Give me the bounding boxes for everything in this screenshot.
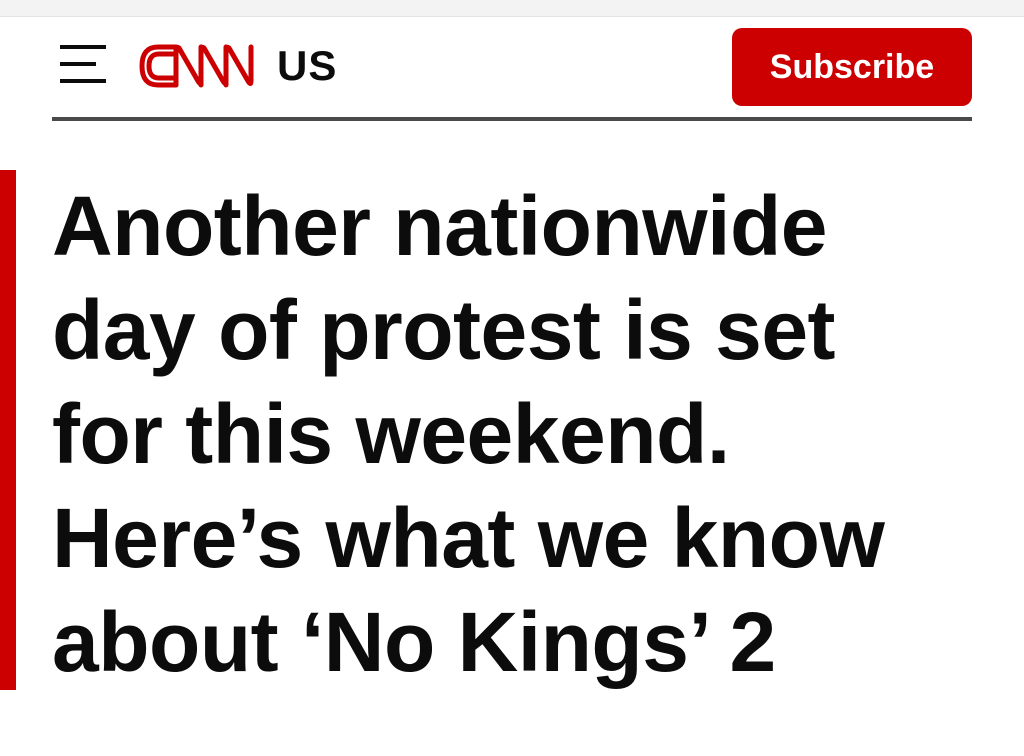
menu-line [60,45,106,49]
hamburger-menu-icon[interactable] [60,45,106,83]
cnn-logo-mark [139,44,254,88]
site-header: US Subscribe [52,17,972,121]
headline-line: about ‘No Kings’ 2 [52,595,776,689]
menu-line [60,62,96,66]
headline-line: day of protest is set [52,283,836,377]
headline-line: for this weekend. [52,387,730,481]
cnn-logo[interactable] [136,37,260,95]
article-headline: Another nationwide day of protest is set… [52,174,982,694]
section-label[interactable]: US [277,41,337,91]
headline-accent-bar [0,170,16,690]
headline-line: Another nationwide [52,179,827,273]
browser-top-strip [0,0,1024,17]
headline-line: Here’s what we know [52,491,885,585]
subscribe-button[interactable]: Subscribe [732,28,972,106]
menu-line [60,79,106,83]
